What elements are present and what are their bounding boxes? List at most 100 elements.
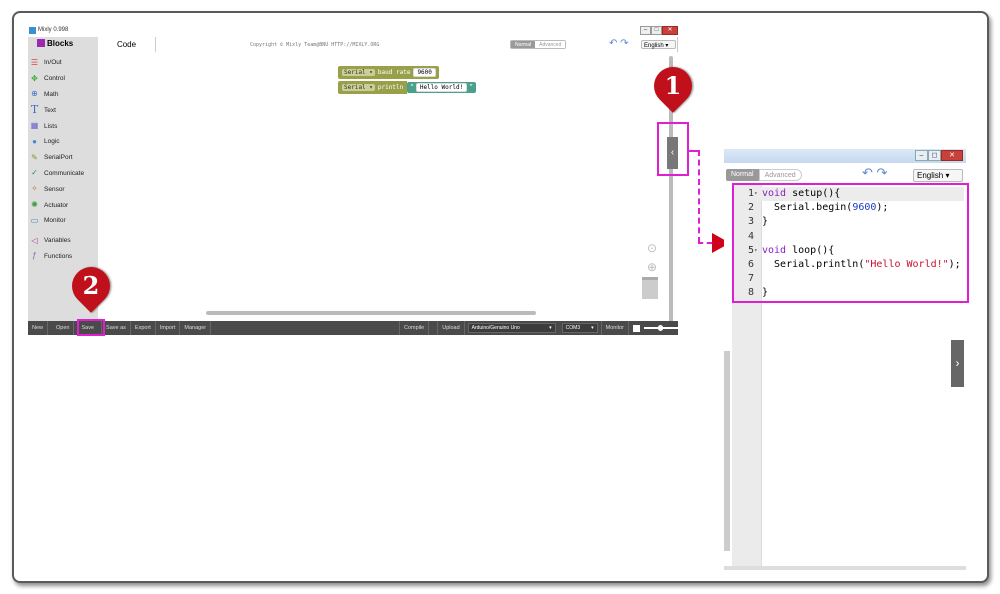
recenter-icon[interactable]: ⊙ xyxy=(647,241,657,255)
println-label: println xyxy=(377,84,404,91)
upload-button[interactable]: Upload xyxy=(437,321,465,335)
highlight-box-toggle xyxy=(657,122,689,176)
language-value: English xyxy=(917,171,944,180)
port-select[interactable]: COM3 ▾ xyxy=(561,323,598,333)
output-console xyxy=(28,335,678,412)
board-value: Arduino/Genuino Uno xyxy=(471,325,520,331)
code-panel-toolbar: Normal Advanced ↶ ↷ English ▾ xyxy=(724,163,966,183)
new-button[interactable]: New xyxy=(28,321,49,335)
category-sensor[interactable]: ✧ Sensor xyxy=(28,181,98,197)
zoom-in-icon[interactable]: ⊕ xyxy=(647,260,657,274)
tab-blocks[interactable]: Blocks xyxy=(28,37,98,52)
maximize-button[interactable]: □ xyxy=(651,26,662,35)
inout-icon: ☰ xyxy=(30,57,39,67)
pen-icon: ✎ xyxy=(31,152,38,162)
redo-icon[interactable]: ↷ xyxy=(620,38,628,49)
board-select[interactable]: Arduino/Genuino Uno ▾ xyxy=(467,323,556,333)
serial-dropdown[interactable]: Serial ▾ xyxy=(342,84,375,91)
minimize-button[interactable]: – xyxy=(915,150,928,161)
mode-toggle[interactable]: Normal Advanced xyxy=(726,169,802,181)
text-value[interactable]: Hello World! xyxy=(415,83,468,92)
baud-rate-label: baud rate xyxy=(377,69,411,76)
baud-rate-value[interactable]: 9600 xyxy=(413,68,436,77)
connector-line xyxy=(698,150,700,243)
checkbox-icon[interactable] xyxy=(633,324,640,332)
category-label: In/Out xyxy=(44,59,62,67)
math-icon: ⊕ xyxy=(31,89,38,99)
category-label: Variables xyxy=(44,237,71,245)
redo-icon[interactable]: ↷ xyxy=(877,165,888,180)
category-label: Functions xyxy=(44,252,73,260)
category-label: Sensor xyxy=(44,185,65,193)
block-workspace[interactable]: Serial ▾ baud rate 9600 Serial ▾ println… xyxy=(98,52,678,321)
text-block[interactable]: “ Hello World! ” xyxy=(407,82,476,93)
category-label: Lists xyxy=(44,122,58,130)
trash-icon[interactable] xyxy=(642,277,658,299)
undo-icon[interactable]: ↶ xyxy=(862,165,873,180)
zoom-slider[interactable] xyxy=(644,325,678,331)
category-control[interactable]: ✥ Control xyxy=(28,71,98,87)
mode-advanced[interactable]: Advanced xyxy=(758,169,802,181)
mode-normal[interactable]: Normal xyxy=(511,41,536,48)
category-monitor[interactable]: ▭ Monitor xyxy=(28,213,98,229)
category-label: Communicate xyxy=(44,169,85,177)
category-logic[interactable]: ● Logic xyxy=(28,134,98,150)
language-select[interactable]: English ▾ xyxy=(913,169,963,182)
category-serialport[interactable]: ✎ SerialPort xyxy=(28,150,98,166)
marker-number: 2 xyxy=(82,271,100,300)
monitor-button[interactable]: Monitor xyxy=(600,321,629,335)
close-button[interactable]: ✕ xyxy=(662,26,678,35)
category-label: Monitor xyxy=(44,217,66,225)
manager-button[interactable]: Manager xyxy=(180,321,212,335)
tab-row: Blocks Code Copyright © Mixly Team@BNU H… xyxy=(28,37,678,52)
expand-handle-button[interactable]: › xyxy=(951,340,964,387)
sensor-icon: ✧ xyxy=(31,184,38,194)
mode-toggle[interactable]: Normal Advanced xyxy=(510,40,567,49)
compile-button[interactable]: Compile xyxy=(399,321,430,335)
mode-advanced[interactable]: Advanced xyxy=(535,41,566,48)
category-label: Control xyxy=(44,75,65,83)
maximize-button[interactable]: ◻ xyxy=(928,150,941,161)
list-icon: ▦ xyxy=(30,121,39,131)
bottom-toolbar: New Open Save Save as Export Import Mana… xyxy=(28,321,678,335)
slider-knob[interactable] xyxy=(658,325,663,331)
minimize-button[interactable]: – xyxy=(640,26,651,35)
app-logo-icon xyxy=(29,27,36,34)
highlight-box-save xyxy=(77,319,105,336)
category-communicate[interactable]: ✓ Communicate xyxy=(28,166,98,182)
copyright-text: Copyright © Mixly Team@BNU HTTP://MIXLY.… xyxy=(250,42,380,48)
language-select[interactable]: English ▾ xyxy=(641,40,676,49)
text-icon: T xyxy=(30,103,39,117)
tab-code[interactable]: Code xyxy=(98,37,156,52)
serial-dropdown-label: Serial xyxy=(344,69,366,76)
window-title: Mixly 0.998 xyxy=(38,27,69,33)
save-as-button[interactable]: Save as xyxy=(102,321,131,335)
export-button[interactable]: Export xyxy=(131,321,156,335)
serial-println-block[interactable]: Serial ▾ println “ Hello World! ” xyxy=(338,81,476,94)
actuator-icon: ✺ xyxy=(31,200,38,210)
category-lists[interactable]: ▦ Lists xyxy=(28,118,98,134)
connector-line xyxy=(689,150,698,152)
workspace-horizontal-scrollbar[interactable] xyxy=(206,311,536,315)
undo-icon[interactable]: ↶ xyxy=(609,38,617,49)
category-actuator[interactable]: ✺ Actuator xyxy=(28,197,98,213)
mode-normal[interactable]: Normal xyxy=(726,169,759,181)
category-functions[interactable]: ƒ Functions xyxy=(28,249,98,265)
editor-scrollbar[interactable] xyxy=(724,351,730,551)
close-button[interactable]: ✕ xyxy=(941,150,963,161)
serial-dropdown[interactable]: Serial ▾ xyxy=(342,69,375,76)
category-inout[interactable]: ☰ In/Out xyxy=(28,55,98,71)
port-value: COM3 xyxy=(565,325,581,331)
category-math[interactable]: ⊕ Math xyxy=(28,87,98,103)
import-button[interactable]: Import xyxy=(156,321,181,335)
category-variables[interactable]: ◁ Variables xyxy=(28,233,98,249)
open-quote: “ xyxy=(410,84,414,91)
blocks-icon xyxy=(37,39,45,47)
category-label: Logic xyxy=(44,138,60,146)
category-label: Math xyxy=(44,90,59,98)
serial-begin-block[interactable]: Serial ▾ baud rate 9600 xyxy=(338,66,439,79)
open-button[interactable]: Open xyxy=(48,321,75,335)
tab-blocks-label: Blocks xyxy=(47,39,74,48)
category-text[interactable]: T Text xyxy=(28,102,98,118)
serial-dropdown-label: Serial xyxy=(344,84,366,91)
